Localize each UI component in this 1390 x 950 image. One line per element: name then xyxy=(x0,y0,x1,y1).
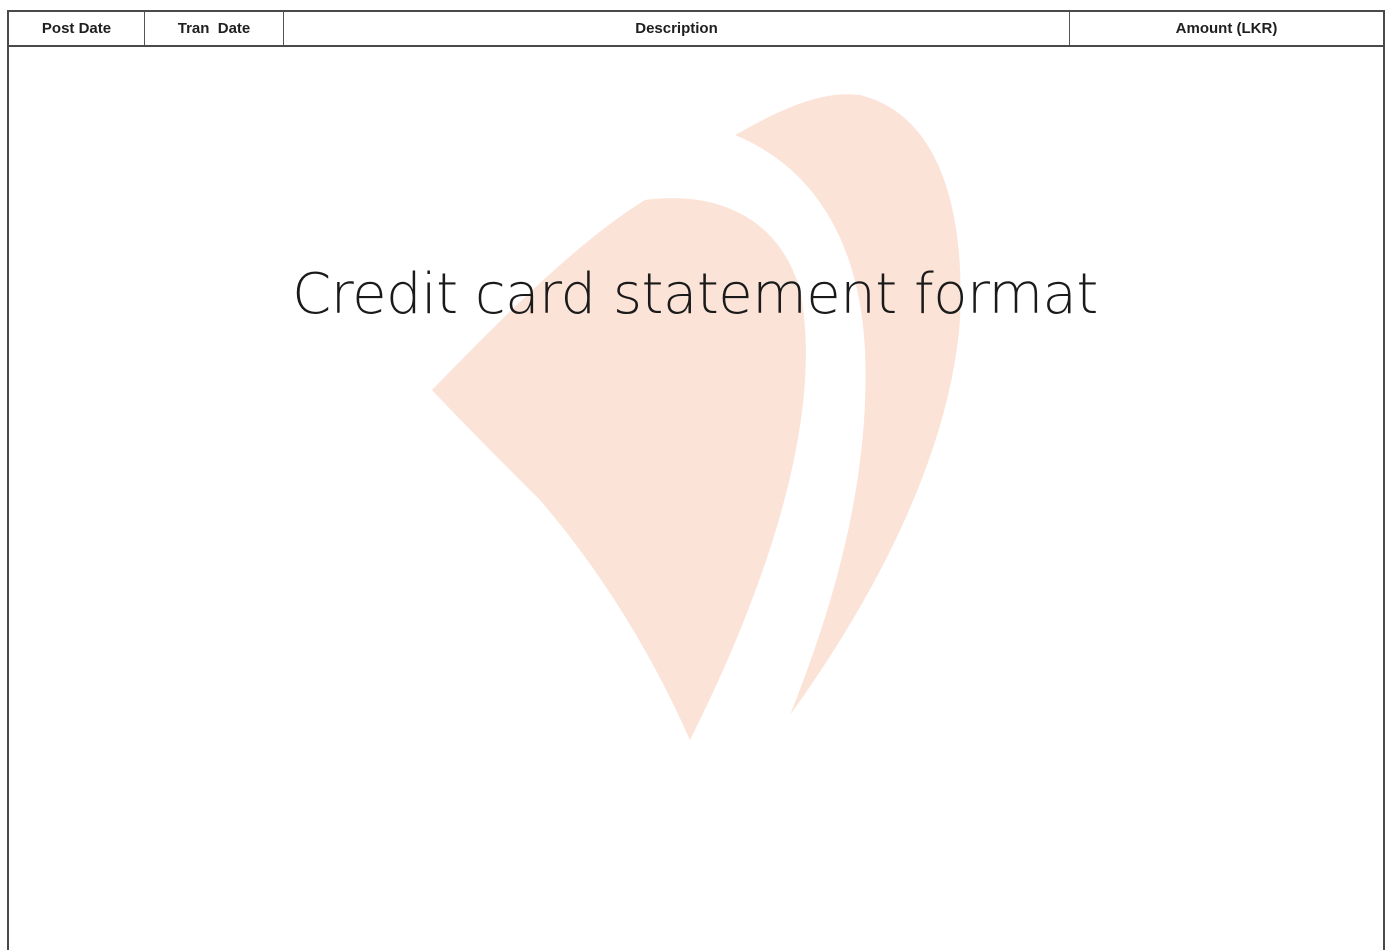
header-tran-date: Tran Date xyxy=(145,12,284,45)
page-title: Credit card statement format xyxy=(292,262,1098,327)
header-post-date: Post Date xyxy=(9,12,145,45)
header-description: Description xyxy=(284,12,1070,45)
sail-logo-watermark-icon xyxy=(432,94,961,740)
header-amount: Amount (LKR) xyxy=(1175,20,1278,37)
table-header-row: Post Date Tran Date Description Amount (… xyxy=(7,10,1385,47)
